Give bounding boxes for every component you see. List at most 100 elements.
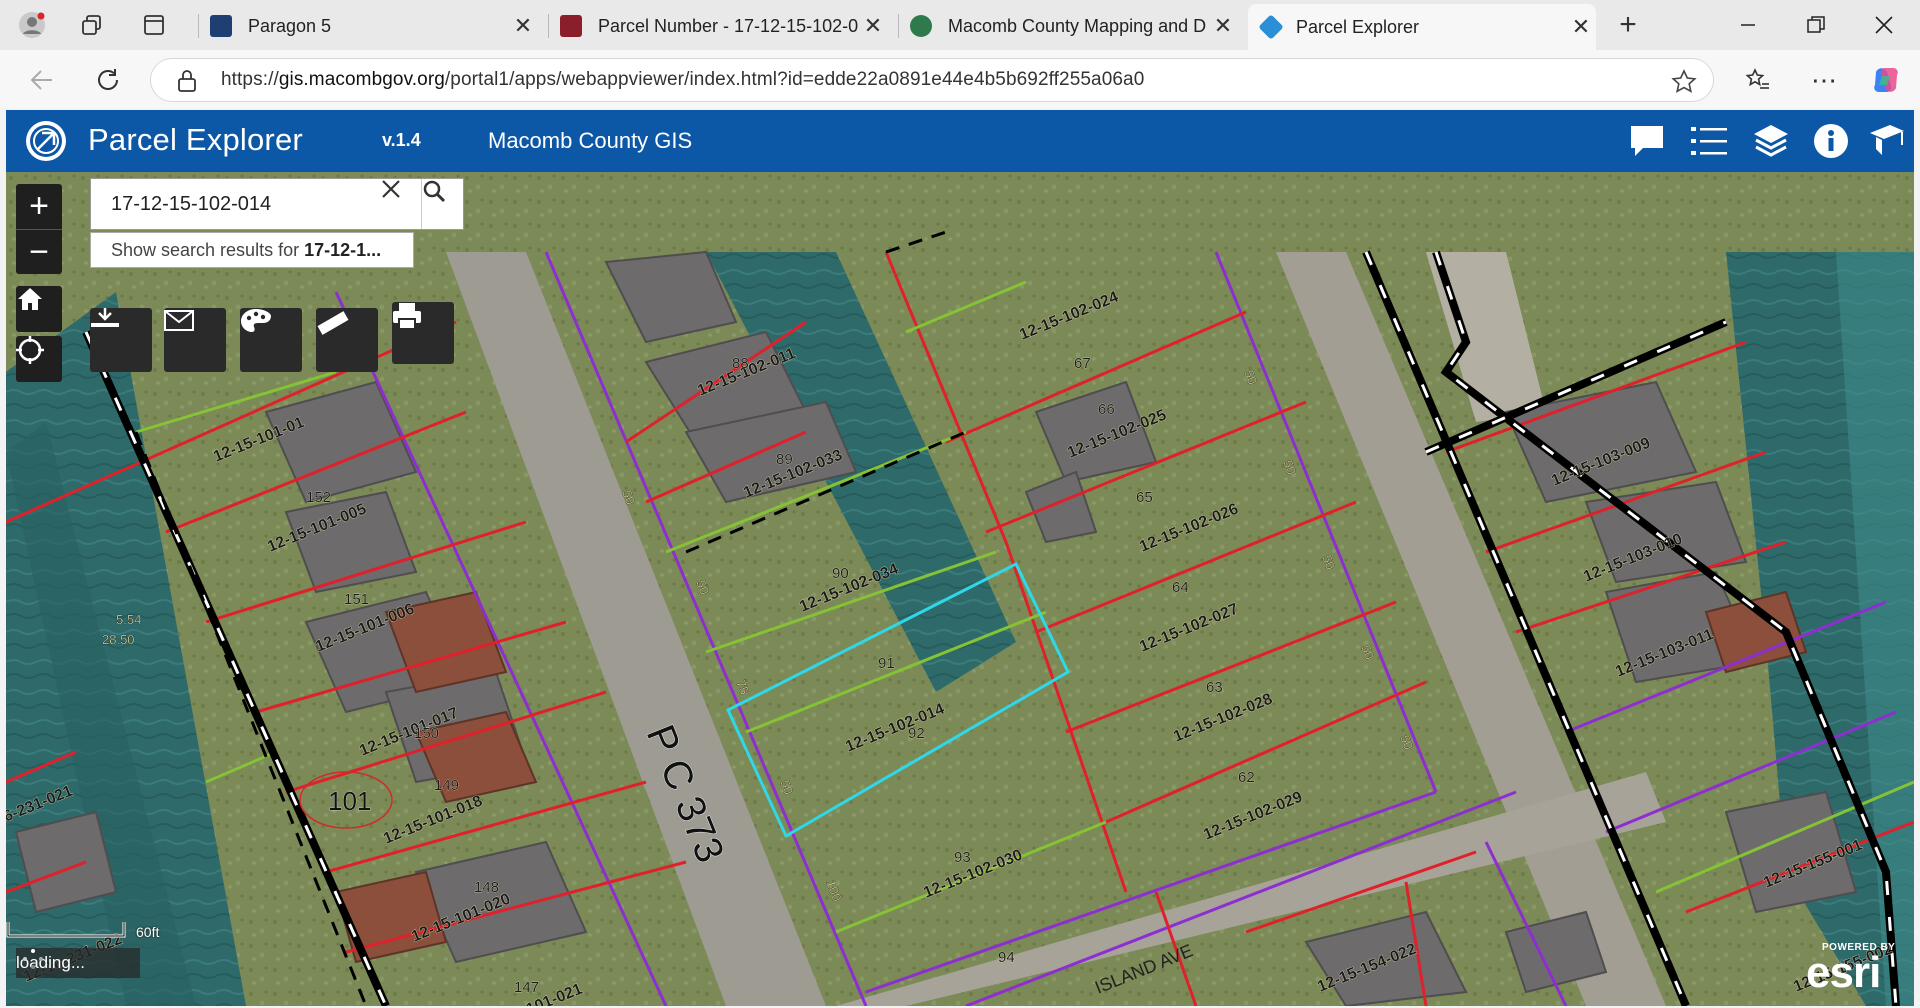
svg-text:93: 93 <box>954 849 971 866</box>
tab-parcel-number[interactable]: Parcel Number - 17-12-15-102-0 ✕ <box>550 6 888 46</box>
close-tab-icon[interactable]: ✕ <box>1566 14 1596 40</box>
svg-text:88: 88 <box>732 355 749 372</box>
aerial-parcel-map[interactable]: 50 50 50 50 50 50 75 50 100 50 5.54 28.5… <box>6 172 1914 1006</box>
my-location-button[interactable] <box>16 336 62 382</box>
close-tab-icon[interactable]: ✕ <box>858 13 888 39</box>
app-version: v.1.4 <box>382 130 421 150</box>
tab-paragon[interactable]: Paragon 5 ✕ <box>200 6 538 46</box>
favorites-list-icon <box>1745 68 1769 89</box>
svg-text:152: 152 <box>306 489 331 506</box>
legend-button[interactable] <box>1688 120 1730 162</box>
svg-text:5.54: 5.54 <box>116 612 141 627</box>
refresh-icon <box>98 69 118 90</box>
measure-tool-button[interactable] <box>316 308 378 372</box>
vertical-tabs-icon <box>144 15 164 35</box>
tab-actions-button[interactable] <box>136 8 172 42</box>
app-title: Parcel Explorer <box>88 122 303 157</box>
back-button[interactable] <box>22 60 62 100</box>
zoom-in-button[interactable]: + <box>16 184 62 229</box>
close-tab-icon[interactable]: ✕ <box>508 13 538 39</box>
county-logo-icon <box>26 121 66 161</box>
svg-text:28.50: 28.50 <box>102 632 135 647</box>
workspaces-button[interactable] <box>74 8 110 42</box>
tab-title: Macomb County Mapping and D <box>948 15 1207 36</box>
layers-icon <box>1754 125 1788 157</box>
esri-logo: esri <box>1806 948 1881 997</box>
profile-icon <box>19 12 45 38</box>
svg-text:91: 91 <box>878 655 895 672</box>
browser-tab-strip: Paragon 5 ✕ Parcel Number - 17-12-15-102… <box>0 0 1920 50</box>
arrow-left-icon <box>30 70 52 90</box>
refresh-button[interactable] <box>88 60 128 100</box>
copilot-button[interactable] <box>1866 60 1906 100</box>
speech-bubble-icon <box>1631 126 1663 156</box>
url-text[interactable]: https://gis.macombgov.org/portal1/apps/w… <box>221 69 1144 91</box>
suggestion-prefix: Show search results for <box>111 240 300 260</box>
svg-text:148: 148 <box>474 879 499 896</box>
webapp-favicon <box>1258 14 1284 40</box>
favorite-star-icon[interactable] <box>1671 69 1697 95</box>
new-tab-button[interactable]: + <box>1610 8 1646 42</box>
app-header: Parcel Explorer v.1.4 Macomb County GIS <box>6 110 1914 172</box>
home-button[interactable] <box>16 286 62 332</box>
parcel-search-input[interactable] <box>91 179 381 229</box>
tab-parcel-explorer[interactable]: Parcel Explorer ✕ <box>1248 4 1596 50</box>
spinner-icon <box>23 949 43 969</box>
svg-text:101: 101 <box>328 786 371 816</box>
envelope-icon <box>164 310 194 331</box>
home-icon <box>18 288 42 310</box>
profile-avatar[interactable] <box>14 8 50 42</box>
search-suggestion[interactable]: Show search results for 17-12-1... <box>90 232 414 268</box>
lock-icon[interactable] <box>177 69 197 93</box>
scale-label: 60ft <box>136 924 160 940</box>
copilot-icon <box>1874 68 1898 92</box>
print-tool-button[interactable] <box>392 302 454 364</box>
svg-text:90: 90 <box>832 565 849 582</box>
settings-more-button[interactable]: ⋯ <box>1804 60 1844 100</box>
web-app: Parcel Explorer v.1.4 Macomb County GIS <box>6 110 1914 1006</box>
loading-indicator: loading... <box>16 948 140 978</box>
svg-text:147: 147 <box>514 979 539 996</box>
svg-text:66: 66 <box>1098 401 1115 418</box>
search-icon <box>423 180 446 203</box>
tab-title: Parcel Explorer <box>1296 16 1420 37</box>
map-view[interactable]: 50 50 50 50 50 50 75 50 100 50 5.54 28.5… <box>6 172 1914 1006</box>
layer-list-button[interactable] <box>1750 120 1792 162</box>
tab-title: Paragon 5 <box>248 15 332 36</box>
info-button[interactable] <box>1810 120 1852 162</box>
email-tool-button[interactable] <box>164 308 226 372</box>
tab-macomb-mapping[interactable]: Macomb County Mapping and D ✕ <box>900 6 1238 46</box>
ruler-icon <box>317 311 349 335</box>
palette-icon <box>241 309 271 332</box>
list-icon <box>1691 127 1727 155</box>
download-icon <box>91 308 119 327</box>
help-tutorial-button[interactable] <box>1866 120 1908 162</box>
parcel-search-box <box>90 178 464 230</box>
address-bar[interactable]: https://gis.macombgov.org/portal1/apps/w… <box>150 58 1714 102</box>
paragon-favicon <box>210 15 232 37</box>
favorites-button[interactable] <box>1738 60 1778 100</box>
close-window-icon <box>1875 16 1893 34</box>
svg-text:67: 67 <box>1074 355 1091 372</box>
about-chat-button[interactable] <box>1626 120 1668 162</box>
svg-text:64: 64 <box>1172 579 1189 596</box>
search-button[interactable] <box>421 179 465 229</box>
clear-search-button[interactable] <box>381 179 421 229</box>
more-icon: ⋯ <box>1811 64 1837 95</box>
close-window-button[interactable] <box>1854 8 1914 42</box>
close-tab-icon[interactable]: ✕ <box>1208 13 1238 39</box>
download-tool-button[interactable] <box>90 308 152 372</box>
svg-text:62: 62 <box>1238 769 1255 786</box>
parcel-favicon <box>560 15 582 37</box>
minimize-icon <box>1741 24 1755 26</box>
basemap-tool-button[interactable] <box>240 308 302 372</box>
svg-text:89: 89 <box>776 451 793 468</box>
zoom-out-button[interactable]: − <box>16 229 62 274</box>
plus-icon: + <box>1619 8 1637 41</box>
zoom-control: + − <box>16 184 62 274</box>
app-subtitle: Macomb County GIS <box>488 128 693 153</box>
tab-title: Parcel Number - 17-12-15-102-0 <box>598 15 858 36</box>
esri-attribution[interactable]: POWERED BY esri <box>1806 942 1902 998</box>
minimize-button[interactable] <box>1718 8 1778 42</box>
restore-button[interactable] <box>1786 8 1846 42</box>
